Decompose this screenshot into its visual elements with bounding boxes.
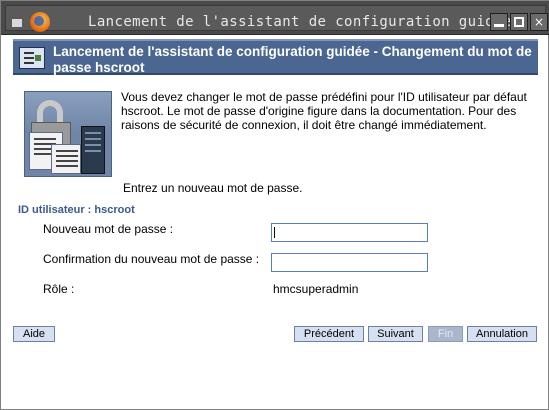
confirm-password-field[interactable]: [271, 253, 428, 272]
instruction-text: Entrez un nouveau mot de passe.: [123, 181, 303, 195]
role-label: Rôle :: [43, 282, 75, 296]
confirm-password-label: Confirmation du nouveau mot de passe :: [43, 252, 260, 266]
new-password-field[interactable]: [271, 223, 428, 242]
role-value: hmcsuperadmin: [273, 282, 359, 296]
previous-button[interactable]: Précédent: [294, 326, 364, 342]
wizard-banner: Lancement de l'assistant de configuratio…: [13, 39, 538, 75]
intro-text: Vous devez changer le mot de passe prédé…: [121, 90, 527, 132]
text-caret: [274, 227, 275, 238]
cancel-button[interactable]: Annulation: [467, 326, 537, 342]
titlebar-frame: Lancement de l'assistant de configuratio…: [5, 5, 548, 32]
close-button[interactable]: ×: [530, 13, 548, 31]
maximize-button[interactable]: [510, 13, 528, 31]
document-lines: [56, 150, 78, 152]
document-lines: [34, 138, 56, 140]
maximize-icon: [514, 17, 524, 27]
page-title: Lancement de l'assistant de configuratio…: [53, 44, 532, 75]
window-menu-icon[interactable]: [12, 19, 22, 27]
wizard-icon: [19, 47, 45, 69]
document-icon: [51, 144, 81, 174]
next-button[interactable]: Suivant: [368, 326, 423, 342]
security-illustration: [24, 91, 112, 177]
minimize-icon: [494, 24, 504, 27]
new-password-label: Nouveau mot de passe :: [43, 222, 174, 236]
window-title: Lancement de l'assistant de configuratio…: [88, 14, 548, 30]
help-button[interactable]: Aide: [13, 326, 55, 342]
minimize-button[interactable]: [490, 13, 508, 31]
finish-button[interactable]: Fin: [428, 326, 463, 342]
wizard-window: Lancement de l'assistant de configuratio…: [0, 0, 549, 410]
firefox-icon: [30, 12, 50, 32]
server-icon: [81, 126, 105, 174]
user-id-heading: ID utilisateur : hscroot: [18, 204, 135, 216]
window-titlebar[interactable]: Lancement de l'assistant de configuratio…: [1, 1, 549, 35]
